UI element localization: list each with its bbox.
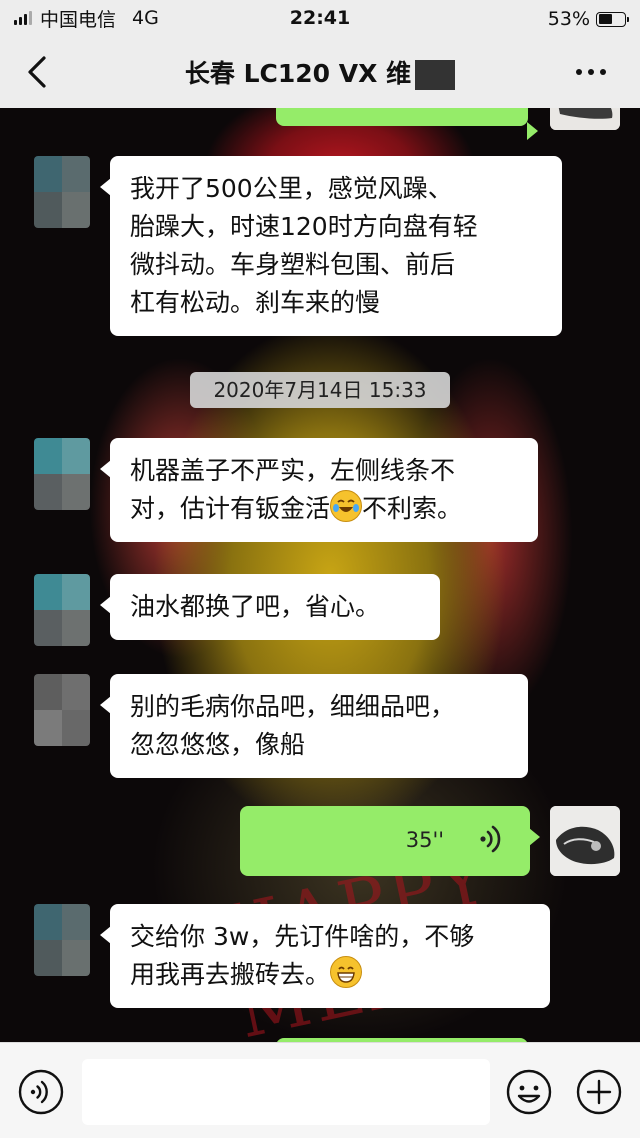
battery-icon — [596, 11, 629, 27]
carrier-name: 中国电信 — [40, 8, 117, 31]
message-text: 别的毛病你品吧，细细品吧， 忽忽悠悠，像船 — [130, 692, 456, 759]
message-bubble[interactable]: 交给你 3w，先订件啥的，不够 用我再去搬砖去。 — [100, 904, 550, 1008]
message-input-bar — [0, 1042, 640, 1138]
message-bubble[interactable]: 别的毛病你品吧，细细品吧， 忽忽悠悠，像船 — [100, 674, 528, 778]
avatar[interactable] — [34, 438, 90, 510]
chat-title-text: 长春 LC120 VX 维 — [184, 59, 412, 88]
network-type: 4G — [132, 7, 159, 29]
chat-title: 长春 LC120 VX 维 — [0, 54, 640, 90]
plus-icon[interactable] — [576, 1069, 622, 1115]
battery-indicator: 53% — [547, 8, 629, 30]
grinning-face-icon — [330, 956, 363, 988]
smiley-icon[interactable] — [506, 1069, 552, 1115]
battery-percent: 53% — [547, 8, 590, 30]
voice-wave-icon — [480, 825, 501, 853]
message-text-tail: 不利索。 — [362, 494, 463, 523]
chat-header: 长春 LC120 VX 维 — [0, 36, 640, 108]
more-dots-icon[interactable] — [576, 62, 616, 82]
status-bar: 中国电信 4G 22:41 53% — [0, 0, 640, 36]
crying-laughing-face-icon — [330, 490, 363, 522]
message-bubble[interactable]: 油水都换了吧，省心。 — [100, 574, 440, 640]
previous-message-bubble[interactable] — [276, 108, 538, 140]
redaction-mosaic — [415, 60, 456, 90]
avatar[interactable] — [34, 904, 90, 976]
message-bubble[interactable]: 机器盖子不严实，左侧线条不 对，估计有钣金活 不利索。 — [100, 438, 538, 542]
avatar[interactable] — [550, 806, 620, 876]
message-bubble[interactable]: 我开了500公里，感觉风躁、 胎躁大，时速120时方向盘有轻 微抖动。车身塑料包… — [100, 156, 562, 336]
message-text: 我开了500公里，感觉风躁、 胎躁大，时速120时方向盘有轻 微抖动。车身塑料包… — [130, 174, 478, 317]
voice-duration: 35'' — [405, 828, 444, 852]
message-text: 交给你 3w，先订件啥的，不够 用我再去搬砖去。 — [130, 922, 475, 989]
message-input[interactable] — [82, 1059, 490, 1125]
avatar[interactable] — [34, 574, 90, 646]
message-timestamp: 2020年7月14日 15:33 — [190, 372, 450, 408]
voice-wave-icon[interactable] — [18, 1069, 64, 1115]
avatar[interactable] — [34, 156, 90, 228]
message-text: 油水都换了吧，省心。 — [130, 592, 381, 621]
avatar[interactable] — [34, 674, 90, 746]
signal-strength-icon — [14, 11, 32, 25]
chat-message-list[interactable]: HAPPY MEAL 我开了500公里，感觉风躁、 胎躁大，时速120时方向盘有… — [0, 108, 640, 1042]
avatar[interactable] — [550, 108, 620, 130]
chevron-left-icon[interactable] — [24, 54, 54, 90]
voice-message-bubble[interactable]: 35'' — [240, 806, 540, 876]
